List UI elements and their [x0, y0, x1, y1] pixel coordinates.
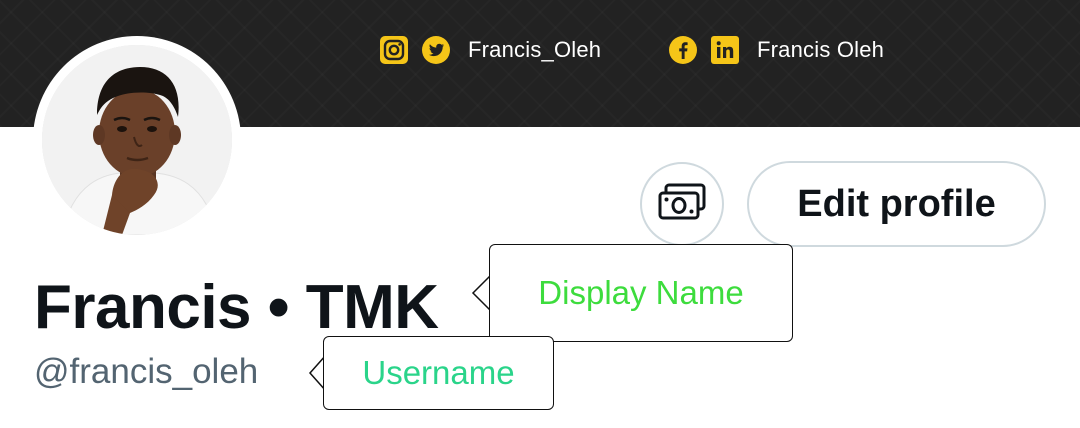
social-group-twitter[interactable]: Francis_Oleh: [378, 34, 601, 66]
display-name-callout: Display Name: [470, 244, 793, 342]
avatar[interactable]: [33, 36, 241, 244]
display-name: Francis • TMK: [34, 273, 439, 342]
display-name-callout-label: Display Name: [538, 274, 744, 311]
username: @francis_oleh: [34, 352, 259, 391]
facebook-icon[interactable]: [667, 34, 699, 66]
username-callout-box: Username: [323, 336, 554, 410]
instagram-icon[interactable]: [378, 34, 410, 66]
linkedin-icon[interactable]: [709, 34, 741, 66]
edit-profile-button[interactable]: Edit profile: [747, 161, 1046, 247]
facebook-name[interactable]: Francis Oleh: [757, 37, 884, 63]
username-callout-label: Username: [362, 354, 515, 391]
display-name-callout-box: Display Name: [489, 244, 793, 342]
money-icon: [657, 182, 707, 227]
twitter-icon[interactable]: [420, 34, 452, 66]
social-group-facebook[interactable]: Francis Oleh: [667, 34, 884, 66]
avatar-photo: [42, 45, 232, 235]
tip-button[interactable]: [640, 162, 724, 246]
twitter-handle[interactable]: Francis_Oleh: [468, 37, 601, 63]
username-callout: Username: [305, 336, 554, 410]
